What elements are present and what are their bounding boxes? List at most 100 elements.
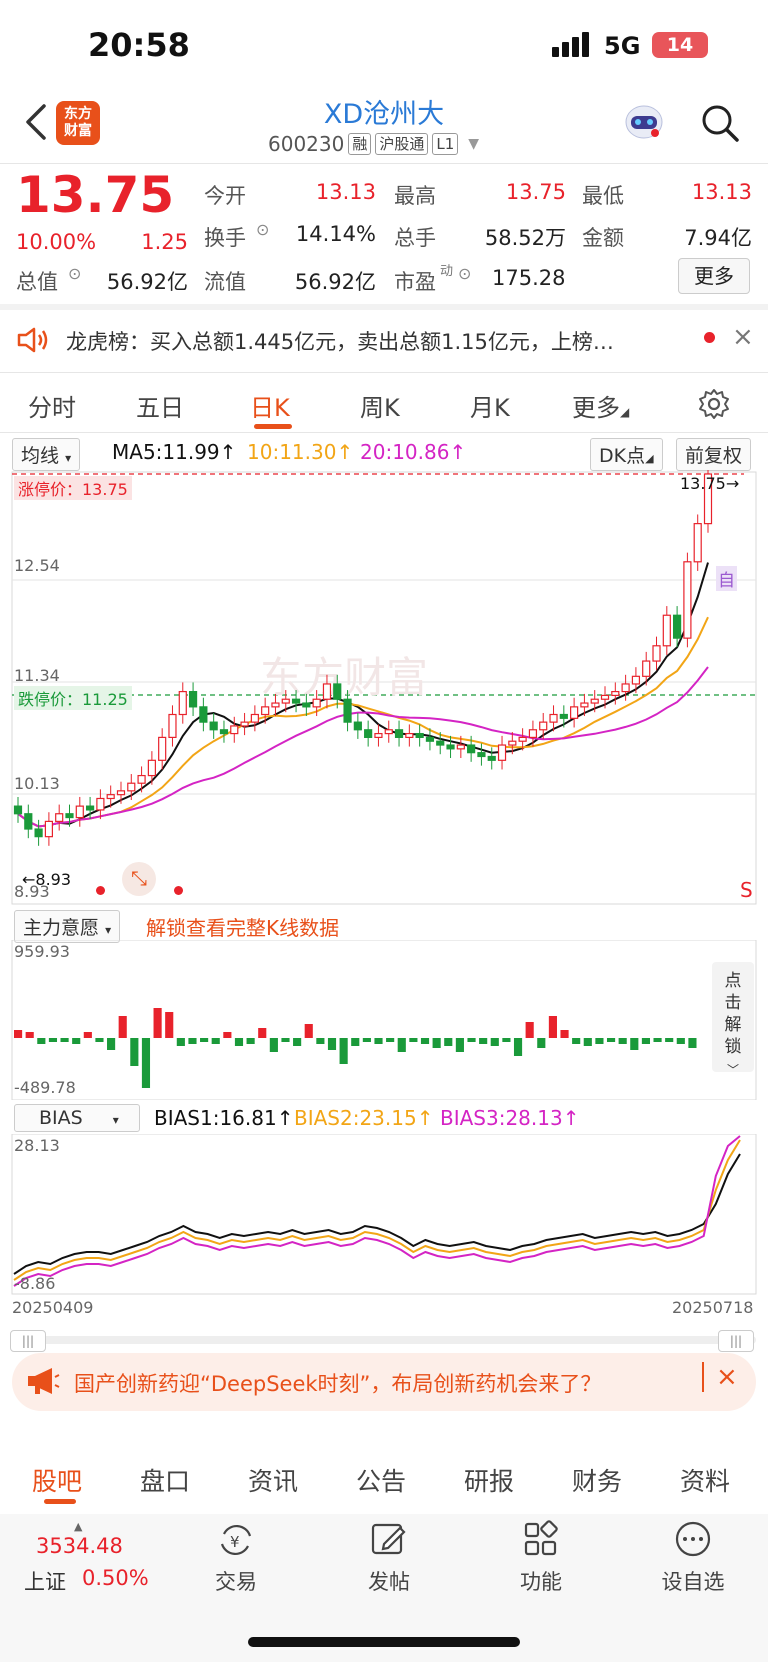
candle-body bbox=[116, 790, 126, 796]
tab-monthly-k[interactable]: 月K bbox=[470, 388, 510, 423]
candle-body bbox=[405, 732, 414, 739]
search-icon[interactable] bbox=[700, 103, 740, 143]
main-force-bar bbox=[548, 1016, 557, 1038]
bias-chart[interactable] bbox=[0, 1134, 768, 1296]
svg-text:¥: ¥ bbox=[230, 1533, 240, 1551]
dk-point-label: DK点 bbox=[599, 445, 646, 467]
add-watchlist-icon[interactable] bbox=[674, 1520, 712, 1558]
tab-profile[interactable]: 资料 bbox=[680, 1462, 730, 1498]
tab-news[interactable]: 资讯 bbox=[248, 1462, 298, 1498]
unlock-link[interactable]: 解锁查看完整K线数据 bbox=[146, 912, 339, 941]
main-force-bar bbox=[688, 1038, 697, 1048]
quote-value-pe: 175.28 bbox=[492, 266, 566, 290]
main-force-bar bbox=[537, 1038, 546, 1048]
bias2-legend: BIAS2:23.15↑ bbox=[294, 1106, 434, 1130]
main-force-bar bbox=[83, 1032, 92, 1038]
tab-financials[interactable]: 财务 bbox=[572, 1462, 622, 1498]
megaphone-icon bbox=[28, 1368, 60, 1394]
limit-down-label: 跌停价：11.25 bbox=[14, 686, 132, 710]
volume-y-max: 959.93 bbox=[14, 942, 70, 961]
candle-body bbox=[271, 702, 280, 708]
nav-trade-label[interactable]: 交易 bbox=[181, 1566, 291, 1596]
candle-body bbox=[85, 805, 95, 811]
indicator-dropdown[interactable]: 主力意愿 ▾ bbox=[14, 910, 121, 943]
info-icon[interactable]: ⊙ bbox=[256, 220, 269, 239]
dk-point-button[interactable]: DK点◢ bbox=[590, 438, 663, 471]
candle-body bbox=[34, 828, 43, 838]
index-value[interactable]: 3534.48 bbox=[36, 1534, 123, 1558]
candle-body bbox=[230, 725, 239, 735]
expand-icon[interactable]: ⤡ bbox=[122, 862, 156, 896]
main-force-bar bbox=[595, 1038, 604, 1044]
quote-label-open: 今开 bbox=[204, 184, 246, 208]
min-price-marker: ←8.93 bbox=[22, 870, 72, 889]
quote-value-amount: 7.94亿 bbox=[684, 226, 752, 250]
main-force-bar bbox=[455, 1038, 464, 1052]
bias-dropdown[interactable]: BIAS ▾ bbox=[14, 1104, 140, 1132]
nav-function-label[interactable]: 功能 bbox=[486, 1566, 596, 1596]
unlock-side-button[interactable]: 点击解锁 ﹀ bbox=[712, 962, 754, 1077]
quote-value-turnover: 14.14% bbox=[295, 222, 376, 246]
close-icon[interactable]: × bbox=[732, 322, 754, 352]
main-force-bar bbox=[513, 1038, 523, 1056]
settings-gear-icon[interactable] bbox=[698, 388, 730, 420]
bias3-legend: BIAS3:28.13↑ bbox=[440, 1106, 580, 1130]
candle-body bbox=[302, 702, 311, 708]
chevron-down-icon[interactable]: ▼ bbox=[468, 136, 479, 152]
quote-value-float-cap: 56.92亿 bbox=[294, 270, 376, 294]
index-name[interactable]: 上证 bbox=[24, 1566, 66, 1596]
tab-five-day[interactable]: 五日 bbox=[136, 388, 184, 423]
candle-body bbox=[518, 736, 527, 742]
main-force-bar bbox=[165, 1012, 174, 1038]
chart-scrollbar-track[interactable] bbox=[12, 1336, 756, 1344]
main-force-bar bbox=[641, 1038, 651, 1044]
post-icon[interactable] bbox=[370, 1520, 408, 1558]
last-price-label: 13.75 bbox=[680, 474, 726, 493]
promo-text: 国产创新药迎“DeepSeek时刻”，布局创新药机会来了？ bbox=[74, 1372, 602, 1396]
main-force-bar bbox=[316, 1038, 325, 1044]
divider bbox=[0, 432, 768, 433]
close-icon[interactable]: × bbox=[716, 1362, 738, 1392]
info-icon[interactable]: ⊙ bbox=[458, 264, 471, 283]
nav-watchlist-label[interactable]: 设自选 bbox=[638, 1566, 748, 1596]
candle-body bbox=[199, 706, 208, 723]
main-force-bar bbox=[269, 1038, 278, 1052]
candle-body bbox=[446, 744, 455, 750]
main-force-bar bbox=[572, 1038, 581, 1044]
main-force-bar bbox=[293, 1038, 302, 1046]
candle-body bbox=[528, 729, 538, 739]
tab-research[interactable]: 研报 bbox=[464, 1462, 514, 1498]
scrollbar-right-handle[interactable]: ||| bbox=[718, 1330, 754, 1352]
ma-dropdown[interactable]: 均线 ▾ bbox=[12, 438, 81, 471]
more-button[interactable]: 更多 bbox=[678, 258, 750, 294]
tab-weekly-k[interactable]: 周K bbox=[360, 388, 400, 423]
candle-body bbox=[642, 660, 651, 677]
event-dot[interactable] bbox=[174, 886, 183, 895]
main-force-bar bbox=[351, 1038, 360, 1046]
index-change[interactable]: 0.50% bbox=[82, 1566, 149, 1590]
tab-order-book[interactable]: 盘口 bbox=[140, 1462, 190, 1498]
tab-forum[interactable]: 股吧 bbox=[32, 1462, 82, 1498]
limit-up-label: 涨停价：13.75 bbox=[14, 476, 132, 500]
event-dot[interactable] bbox=[96, 886, 105, 895]
tab-intraday[interactable]: 分时 bbox=[28, 388, 76, 423]
function-icon[interactable] bbox=[522, 1520, 560, 1558]
main-force-chart[interactable] bbox=[0, 940, 768, 1100]
nav-post-label[interactable]: 发帖 bbox=[334, 1566, 444, 1596]
watermark: 东方财富 bbox=[260, 654, 428, 701]
info-icon[interactable]: ⊙ bbox=[68, 264, 81, 283]
assistant-robot-icon[interactable] bbox=[622, 102, 666, 142]
tab-announcements[interactable]: 公告 bbox=[356, 1462, 406, 1498]
main-force-bar bbox=[211, 1038, 220, 1044]
main-force-bar bbox=[37, 1038, 46, 1044]
main-force-bar bbox=[48, 1038, 58, 1042]
tab-daily-k[interactable]: 日K bbox=[250, 388, 290, 423]
divider bbox=[0, 372, 768, 373]
bias3-line bbox=[13, 1135, 741, 1287]
scrollbar-left-handle[interactable]: ||| bbox=[10, 1330, 46, 1352]
trade-icon[interactable]: ¥ bbox=[216, 1522, 256, 1558]
main-force-bar bbox=[153, 1008, 162, 1038]
tab-more[interactable]: 更多◢ bbox=[572, 388, 629, 423]
tab-more-label: 更多 bbox=[572, 394, 620, 422]
adjust-button[interactable]: 前复权 bbox=[676, 438, 752, 471]
